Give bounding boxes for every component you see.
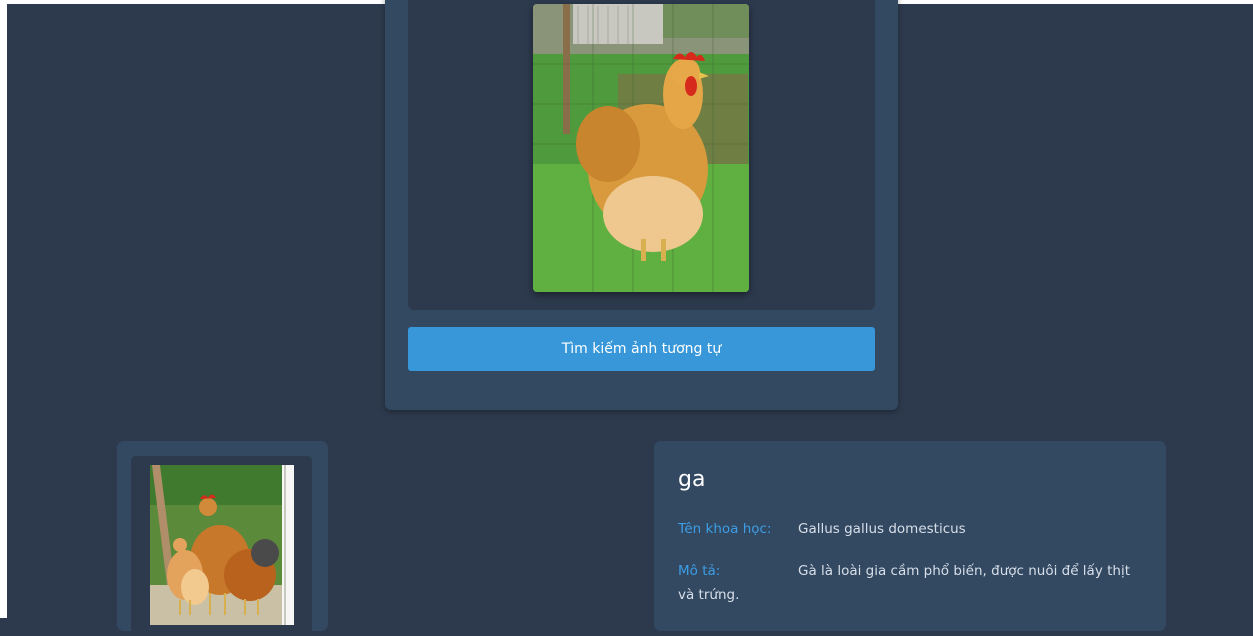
description-row: Mô tả: Gà là loài gia cầm phổ biến, được … — [678, 559, 1148, 607]
query-image — [533, 4, 749, 292]
query-image-preview — [408, 0, 875, 310]
result-info-card: ga Tên khoa học: Gallus gallus domesticu… — [654, 441, 1166, 631]
result-image-card[interactable] — [117, 441, 328, 636]
description-label: Mô tả: — [678, 563, 721, 579]
chickens-photo-icon — [150, 465, 294, 625]
page-left-edge — [0, 0, 7, 618]
result-image-frame — [131, 456, 312, 636]
search-similar-button[interactable]: Tìm kiếm ảnh tương tự — [408, 327, 875, 371]
rooster-photo-icon — [533, 4, 749, 292]
scientific-name-label: Tên khoa học: — [678, 521, 772, 537]
result-image[interactable] — [150, 465, 294, 625]
scientific-name-value: Gallus gallus domesticus — [798, 521, 966, 537]
query-card: Tìm kiếm ảnh tương tự — [385, 0, 898, 410]
result-name: ga — [678, 467, 706, 492]
